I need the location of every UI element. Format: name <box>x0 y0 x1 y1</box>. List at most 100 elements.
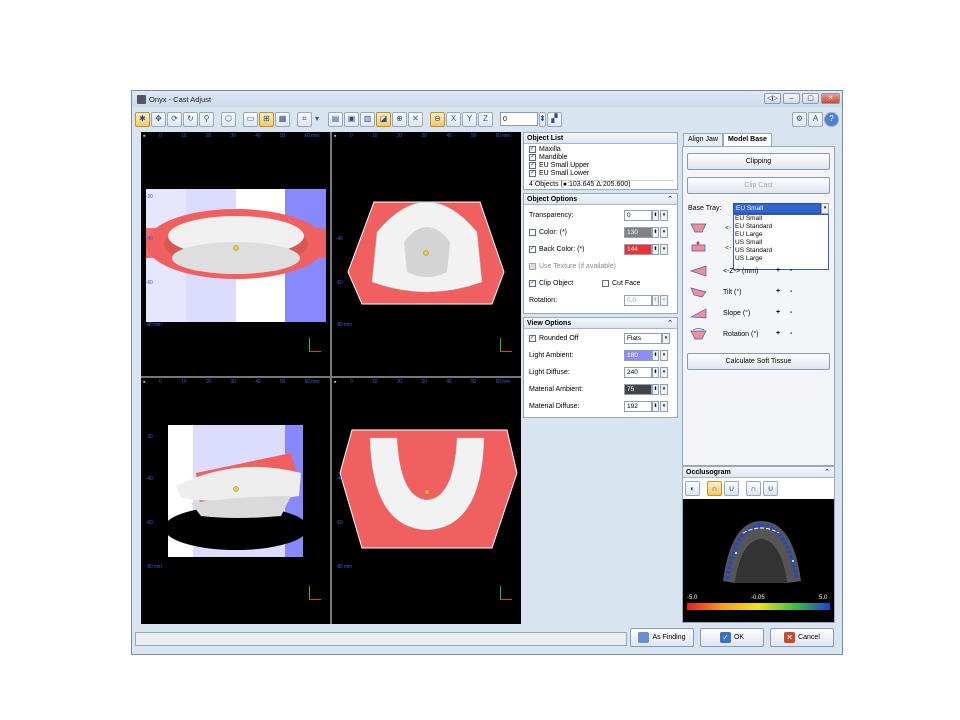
maximize-button[interactable]: ▢ <box>802 93 819 104</box>
rotation-minus-button[interactable]: - <box>790 330 798 337</box>
help-icon[interactable]: ? <box>824 111 839 127</box>
checkbox-checked[interactable]: ✓ <box>529 146 536 153</box>
color-spinner-icon[interactable]: ⬍ <box>652 227 659 238</box>
single-view-icon[interactable]: ▭ <box>243 111 258 127</box>
clip-object-checkbox[interactable]: ✓ <box>529 280 536 287</box>
checkbox-checked[interactable]: ✓ <box>529 170 536 177</box>
rounded-off-select[interactable]: Flats <box>624 333 662 344</box>
transparency-spinner-icon[interactable]: ⬍ <box>652 210 659 221</box>
calculate-soft-tissue-button[interactable]: Calculate Soft Tissue <box>687 353 830 370</box>
use-texture-checkbox[interactable] <box>529 263 536 270</box>
color-checkbox[interactable] <box>529 229 536 236</box>
front-view-viewport[interactable]: ▪ 0 10 20 30 40 50 60 mm -20 -40 -60 -80 mm <box>141 132 330 376</box>
close-button[interactable]: ✕ <box>821 93 840 104</box>
light-ambient-dropdown-icon[interactable]: ▾ <box>660 350 668 361</box>
quad-view-icon[interactable]: ⊞ <box>259 111 274 127</box>
base-tray-select[interactable]: EU Small <box>733 203 821 214</box>
z-minus-button[interactable]: - <box>790 267 798 274</box>
cut-face-row[interactable]: Cut Face <box>602 280 672 287</box>
toolbar-spin-field[interactable]: 0 <box>500 112 538 126</box>
light-ambient-field[interactable]: 180 <box>624 350 652 361</box>
transparency-dropdown-icon[interactable]: ▾ <box>660 210 668 221</box>
grid-view-icon[interactable]: ▦ <box>275 111 290 127</box>
delete-point-icon[interactable]: ✕ <box>408 111 423 127</box>
rounded-off-checkbox[interactable]: ✓ <box>529 335 536 342</box>
rounded-off-dropdown-icon[interactable]: ▾ <box>662 333 670 344</box>
cube-view-icon[interactable]: ⬡ <box>221 111 236 127</box>
checker-icon[interactable]: ▞ <box>547 111 562 127</box>
material-ambient-field[interactable]: 75 <box>624 384 652 395</box>
material-ambient-dropdown-icon[interactable]: ▾ <box>660 384 668 395</box>
color-field[interactable]: 130 <box>624 227 652 238</box>
text-a-icon[interactable]: A <box>808 111 823 127</box>
open-icon[interactable]: ▤ <box>328 111 343 127</box>
light-ambient-spinner-icon[interactable]: ⬍ <box>652 350 659 361</box>
material-diffuse-dropdown-icon[interactable]: ▾ <box>660 401 668 412</box>
add-point-icon[interactable]: ⊕ <box>392 111 407 127</box>
tab-align-jaw[interactable]: Align Jaw <box>683 133 723 146</box>
spin-arrows-icon[interactable]: ⬍ <box>539 111 546 127</box>
refresh-icon[interactable]: ↻ <box>183 111 198 127</box>
cancel-button[interactable]: ✕ Cancel <box>770 628 834 647</box>
rotation-spinner-icon[interactable]: ⬍ <box>652 295 659 306</box>
light-diffuse-dropdown-icon[interactable]: ▾ <box>660 367 668 378</box>
clipping-button[interactable]: Clipping <box>687 153 830 170</box>
clip-icon[interactable]: ⊖ <box>430 111 445 127</box>
tray-option[interactable]: EU Small <box>735 215 828 223</box>
back-color-field[interactable]: 144 <box>624 244 652 255</box>
back-color-dropdown-icon[interactable]: ▾ <box>660 244 668 255</box>
object-item-eu-small-lower[interactable]: ✓ EU Small Lower <box>529 170 674 177</box>
viewport-area[interactable]: ▪ 0 10 20 30 40 50 60 mm -20 -40 -60 -80 mm <box>141 132 521 624</box>
axis-z-icon[interactable]: Z <box>478 111 493 127</box>
measure-icon[interactable]: ◪ <box>376 111 391 127</box>
object-item-eu-small-upper[interactable]: ✓ EU Small Upper <box>529 162 674 169</box>
collapse-icon[interactable]: ⌃ <box>824 467 830 478</box>
settings-gear-icon[interactable]: ⚙ <box>792 111 807 127</box>
lower-arch-outline-icon[interactable]: ∪ <box>763 481 778 496</box>
tray-option[interactable]: US Standard <box>735 247 828 255</box>
tray-option[interactable]: EU Large <box>735 231 828 239</box>
slope-minus-button[interactable]: - <box>790 309 798 316</box>
checkbox-checked[interactable]: ✓ <box>529 162 536 169</box>
upper-arch-outline-icon[interactable]: ∩ <box>746 481 761 496</box>
restore-size-button[interactable]: ◁▷ <box>764 93 781 104</box>
rotation-dropdown-icon[interactable]: ▾ <box>660 295 668 306</box>
lower-arch-icon[interactable]: ∪ <box>724 481 739 496</box>
as-finding-button[interactable]: As Finding <box>630 628 694 647</box>
collapse-icon[interactable]: ⌃ <box>667 194 673 205</box>
tilt-plus-button[interactable]: + <box>776 288 784 295</box>
tab-model-base[interactable]: Model Base <box>722 133 772 146</box>
tilt-minus-button[interactable]: - <box>790 288 798 295</box>
transparency-field[interactable]: 0 <box>624 210 652 221</box>
collapse-icon[interactable]: ⌃ <box>667 318 673 329</box>
upper-occlusal-viewport[interactable]: ▪ 0 10 20 30 40 50 60 mm -40 -60 -80 mm <box>332 132 521 376</box>
light-diffuse-field[interactable]: 240 <box>624 367 652 378</box>
rotation-field[interactable]: 0,0 <box>624 295 652 306</box>
material-diffuse-spinner-icon[interactable]: ⬍ <box>652 401 659 412</box>
checkbox-checked[interactable]: ✓ <box>529 154 536 161</box>
document-icon[interactable]: ▥ <box>360 111 375 127</box>
occlusogram-mode-icon[interactable]: ◐ <box>685 481 700 496</box>
use-texture-row[interactable]: Use Texture (if available) <box>529 263 674 270</box>
lower-occlusal-viewport[interactable]: ▪ 0 10 20 30 40 50 60 mm -40 -60 -80 mm <box>332 378 521 624</box>
slope-plus-button[interactable]: + <box>776 309 784 316</box>
upper-arch-icon[interactable]: ∩ <box>707 481 722 496</box>
ok-button[interactable]: ✓ OK <box>700 628 764 647</box>
save-icon[interactable]: ▣ <box>344 111 359 127</box>
material-ambient-spinner-icon[interactable]: ⬍ <box>652 384 659 395</box>
move-tool-icon[interactable]: ✥ <box>151 111 166 127</box>
light-diffuse-spinner-icon[interactable]: ⬍ <box>652 367 659 378</box>
back-color-checkbox[interactable]: ✓ <box>529 246 536 253</box>
object-item-maxilla[interactable]: ✓ Maxilla <box>529 146 674 153</box>
rotate-tool-icon[interactable]: ⟳ <box>167 111 182 127</box>
axis-y-icon[interactable]: Y <box>462 111 477 127</box>
viewport-splitter-horizontal[interactable] <box>141 376 521 378</box>
tray-option[interactable]: EU Standard <box>735 223 828 231</box>
object-item-mandible[interactable]: ✓ Mandible <box>529 154 674 161</box>
tray-option[interactable]: US Large <box>735 255 828 263</box>
occlusogram-map[interactable]: -5.0 -0.05 5.0 <box>683 499 834 622</box>
crop-dropdown-icon[interactable]: ▾ <box>313 112 321 127</box>
viewport-splitter-vertical[interactable] <box>330 132 332 624</box>
back-color-spinner-icon[interactable]: ⬍ <box>652 244 659 255</box>
clip-cast-button[interactable]: Clip Cast <box>687 177 830 194</box>
